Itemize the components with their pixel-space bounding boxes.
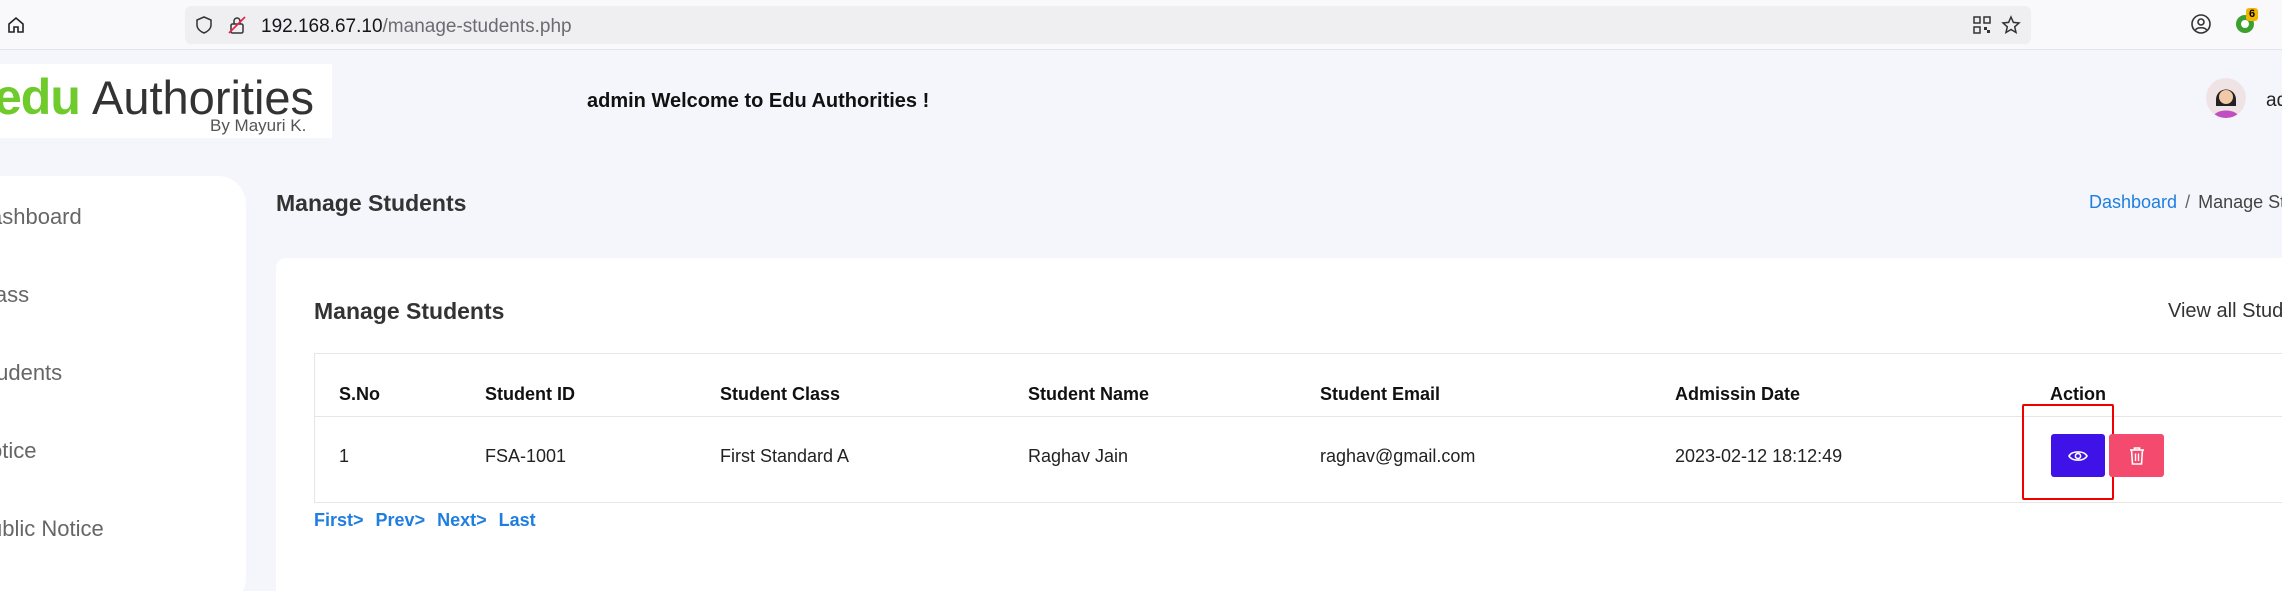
sidebar-item-class[interactable]: lass xyxy=(0,282,230,308)
students-table: S.No Student ID Student Class Student Na… xyxy=(314,353,2282,503)
students-card: Manage Students View all Stud S.No Stude… xyxy=(276,258,2282,591)
trash-icon xyxy=(2129,447,2144,465)
column-header-sno: S.No xyxy=(339,384,381,404)
star-icon[interactable] xyxy=(2001,15,2021,35)
logo[interactable]: edu Authorities By Mayuri K. xyxy=(0,64,332,138)
sidebar-item-label: ublic Notice xyxy=(0,516,104,541)
cell-student-email: raghav@gmail.com xyxy=(1320,446,1476,466)
breadcrumb-dashboard-link[interactable]: Dashboard xyxy=(2089,192,2177,212)
sidebar-item-students[interactable]: tudents xyxy=(0,360,230,386)
breadcrumb: Dashboard / Manage St xyxy=(2089,192,2282,213)
card-title: Manage Students xyxy=(314,298,505,324)
column-header-student-name: Student Name xyxy=(1028,384,1150,404)
home-icon xyxy=(8,16,24,33)
column-header-admission-date: Admissin Date xyxy=(1675,384,1801,404)
header-divider xyxy=(315,416,2282,417)
column-header-student-email: Student Email xyxy=(1320,384,1441,404)
breadcrumb-separator: / xyxy=(2185,192,2191,212)
pagination-next[interactable]: Next> xyxy=(437,510,487,530)
pagination-prev[interactable]: Prev> xyxy=(376,510,426,530)
sidebar-item-label: ashboard xyxy=(0,204,82,229)
cell-admission-date: 2023-02-12 18:12:49 xyxy=(1675,446,1843,466)
sidebar-item-notice[interactable]: otice xyxy=(0,438,230,464)
logo-edu: edu xyxy=(0,69,81,125)
sidebar-item-label: tudents xyxy=(0,360,63,385)
view-all-students-link[interactable]: View all Stud xyxy=(2168,300,2282,323)
account-icon[interactable] xyxy=(2190,13,2212,35)
cell-student-name: Raghav Jain xyxy=(1028,446,1129,466)
url-path: /manage-students.php xyxy=(382,16,572,37)
sidebar-item-label: lass xyxy=(0,282,30,307)
insecure-lock-icon[interactable] xyxy=(227,15,247,35)
user-name[interactable]: ad xyxy=(2266,90,2282,112)
cell-student-class: First Standard A xyxy=(720,446,850,466)
pagination-last[interactable]: Last xyxy=(499,510,536,530)
column-header-action: Action xyxy=(2050,384,2106,404)
home-button[interactable] xyxy=(4,13,28,37)
shield-icon[interactable] xyxy=(195,16,213,34)
avatar-icon xyxy=(2213,89,2239,118)
pagination-first[interactable]: First> xyxy=(314,510,364,530)
cell-sno: 1 xyxy=(339,446,350,466)
url-text[interactable]: 192.168.67.10/manage-students.php xyxy=(261,16,572,38)
browser-toolbar: 192.168.67.10/manage-students.php 6 xyxy=(0,0,2282,50)
url-host: 192.168.67.10 xyxy=(261,16,383,37)
address-bar[interactable]: 192.168.67.10/manage-students.php xyxy=(185,6,2031,44)
column-header-student-class: Student Class xyxy=(720,384,841,404)
breadcrumb-current: Manage St xyxy=(2198,192,2282,212)
sidebar-item-public-notice[interactable]: ublic Notice xyxy=(0,516,230,542)
column-header-student-id: Student ID xyxy=(485,384,575,404)
welcome-text: admin Welcome to Edu Authorities ! xyxy=(587,90,930,112)
cell-student-id: FSA-1001 xyxy=(485,446,567,466)
logo-byline: By Mayuri K. xyxy=(210,116,307,135)
app-header: edu Authorities By Mayuri K. admin Welco… xyxy=(0,50,2282,146)
delete-student-button[interactable] xyxy=(2109,434,2164,477)
eye-icon xyxy=(2068,450,2088,461)
qr-code-icon[interactable] xyxy=(1973,16,1991,34)
extension-badge: 6 xyxy=(2246,8,2259,21)
pagination: First> Prev> Next> Last xyxy=(314,510,548,531)
view-student-button[interactable] xyxy=(2051,434,2105,477)
sidebar: ashboard lass tudents otice ublic Notice xyxy=(0,176,246,591)
sidebar-item-label: otice xyxy=(0,438,37,463)
avatar[interactable] xyxy=(2206,78,2246,118)
page-title: Manage Students xyxy=(276,190,467,216)
sidebar-item-dashboard[interactable]: ashboard xyxy=(0,204,230,230)
